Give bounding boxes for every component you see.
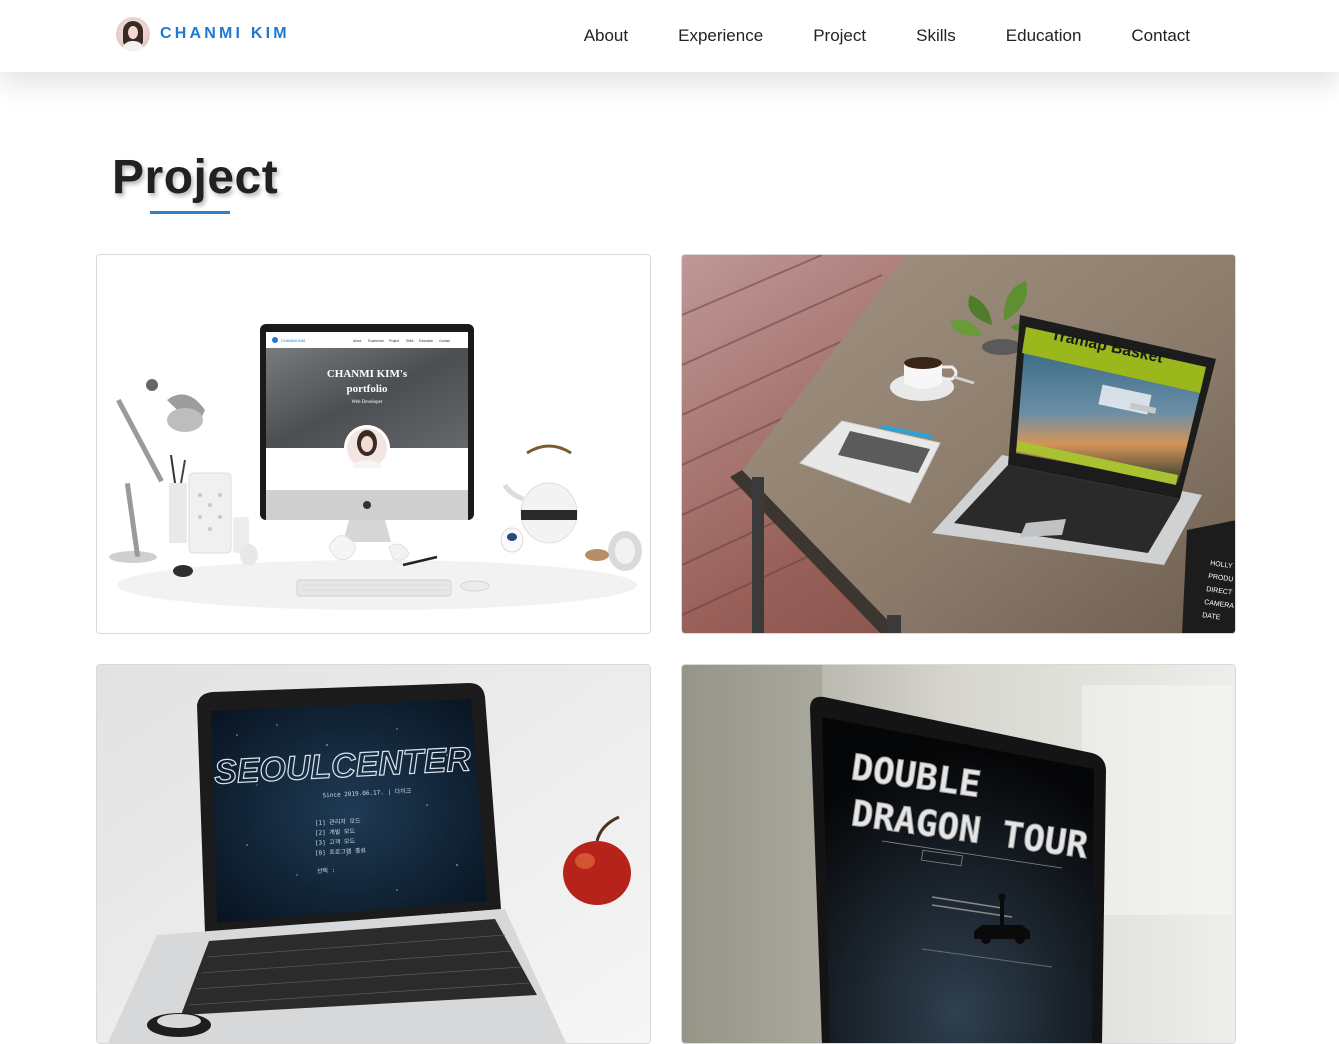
svg-text:Web Developer: Web Developer — [351, 400, 382, 405]
imac-monitor: CHANMI KIM About Experience Project Skil… — [260, 324, 474, 542]
navbar: CHANMI KIM About Experience Project Skil… — [0, 0, 1339, 72]
svg-text:portfolio: portfolio — [347, 383, 388, 395]
brand-name: CHANMI KIM — [160, 25, 290, 42]
title-underline — [150, 211, 230, 214]
brand-logo[interactable]: CHANMI KIM — [116, 16, 290, 52]
svg-text:Education: Education — [419, 339, 433, 343]
svg-text:Project: Project — [389, 339, 399, 343]
project-card-portfolio[interactable]: CHANMI KIM About Experience Project Skil… — [96, 254, 651, 634]
nav-education[interactable]: Education — [1006, 26, 1082, 46]
project-card-tramap-basket[interactable]: Tramap Basket HOLLY PRODU DIRECT CAMERA … — [681, 254, 1236, 634]
svg-text:선택 :: 선택 : — [317, 866, 336, 875]
project-card-double-dragon-tour[interactable]: DOUBLE DRAGON TOUR — [681, 664, 1236, 1044]
svg-text:Skills: Skills — [406, 339, 414, 343]
project-image-seoulcenter: SEOULCENTER Since 2019.06.17. | 다이크 [1] … — [97, 665, 650, 1043]
svg-text:Experience: Experience — [368, 339, 384, 343]
section-title: Project — [112, 151, 279, 204]
profile-avatar — [116, 17, 150, 51]
nav-project[interactable]: Project — [813, 26, 866, 46]
nav-contact[interactable]: Contact — [1131, 26, 1190, 46]
watch-icon — [147, 1013, 211, 1037]
project-image-portfolio: CHANMI KIM About Experience Project Skil… — [97, 255, 650, 633]
svg-text:CHANMI KIM: CHANMI KIM — [281, 338, 305, 343]
movie-clapper-icon: HOLLY PRODU DIRECT CAMERA DATE — [1182, 520, 1235, 633]
nav-skills[interactable]: Skills — [916, 26, 956, 46]
project-card-seoulcenter[interactable]: SEOULCENTER Since 2019.06.17. | 다이크 [1] … — [96, 664, 651, 1044]
nav-experience[interactable]: Experience — [678, 26, 763, 46]
svg-text:About: About — [353, 339, 361, 343]
nav-about[interactable]: About — [584, 26, 628, 46]
monitor-double-dragon: DOUBLE DRAGON TOUR — [810, 696, 1106, 1043]
svg-text:CHANMI KIM's: CHANMI KIM's — [327, 368, 408, 380]
svg-text:Contact: Contact — [439, 339, 450, 343]
project-image-tramap-basket: Tramap Basket HOLLY PRODU DIRECT CAMERA … — [682, 255, 1235, 633]
nav-menu: About Experience Project Skills Educatio… — [584, 0, 1190, 72]
project-image-double-dragon-tour: DOUBLE DRAGON TOUR — [682, 665, 1235, 1043]
